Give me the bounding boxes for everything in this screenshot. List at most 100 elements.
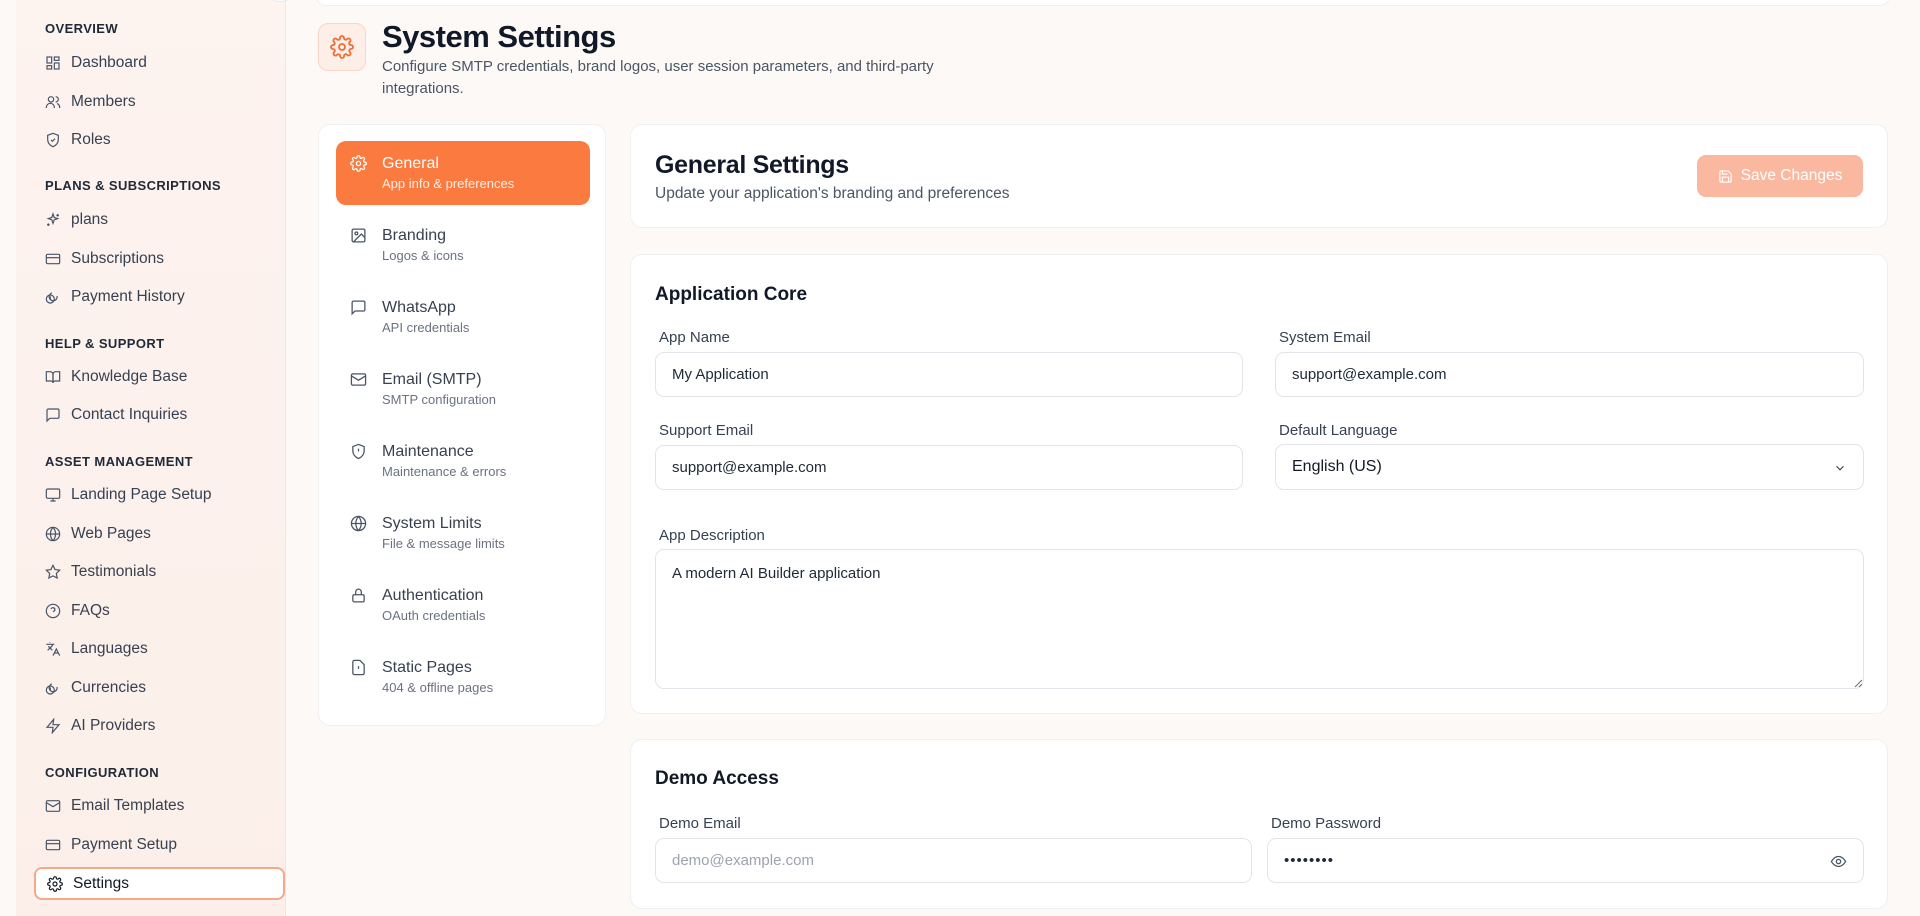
settings-tab-static-pages[interactable]: Static Pages 404 & offline pages [336,645,590,709]
demo-password-label: Demo Password [1271,815,1382,832]
sidebar-item-web-pages[interactable]: Web Pages [30,517,282,551]
sidebar-item-label: Languages [71,640,148,657]
toggle-password-visibility-button[interactable] [1827,850,1849,872]
book-open-icon [45,371,61,384]
sidebar-item-dashboard[interactable]: Dashboard [30,46,282,80]
save-changes-button[interactable]: Save Changes [1697,155,1863,197]
demo-access-card: Demo Access Demo Email Demo Password [630,739,1888,909]
globe-icon [45,526,61,542]
demo-email-label: Demo Email [659,815,741,832]
sidebar-item-label: Web Pages [71,525,151,542]
settings-tab-maintenance[interactable]: Maintenance Maintenance & errors [336,429,590,493]
page-title: System Settings [382,19,616,54]
header-icon-box [318,23,366,71]
support-email-input[interactable] [655,445,1243,490]
languages-icon [46,641,61,656]
section-overview: OVERVIEW [45,21,119,36]
section-plans: PLANS & SUBSCRIPTIONS [45,178,221,193]
sidebar-item-label: Testimonials [71,563,157,580]
settings-tab-sub: OAuth credentials [382,608,486,623]
settings-tab-sub: Maintenance & errors [382,464,507,479]
support-email-label: Support Email [659,422,754,439]
lock-icon [352,588,365,603]
sidebar-item-label: FAQs [71,602,110,619]
file-alert-icon [352,659,365,676]
section-config: CONFIGURATION [45,765,160,780]
sidebar-item-payment-setup[interactable]: Payment Setup [30,828,282,862]
sidebar-item-label: Dashboard [71,54,147,71]
settings-tab-label: Maintenance [382,443,474,460]
demo-password-input[interactable] [1267,838,1864,883]
sidebar-item-contact-inquiries[interactable]: Contact Inquiries [30,398,282,432]
zap-icon [45,718,61,734]
gear-icon [47,875,63,892]
credit-card-icon [45,839,61,851]
settings-tab-branding[interactable]: Branding Logos & icons [336,213,590,277]
settings-tab-authentication[interactable]: Authentication OAuth credentials [336,573,590,637]
settings-tab-label: WhatsApp [382,299,456,316]
mail-icon [45,800,61,812]
settings-tab-sub: File & message limits [382,536,505,551]
settings-tab-general[interactable]: General App info & preferences [336,141,590,205]
system-email-input[interactable] [1275,352,1864,397]
sidebar-item-label: Settings [73,874,130,892]
sidebar-item-subscriptions[interactable]: Subscriptions [30,242,282,276]
sidebar: OVERVIEW Dashboard Members Roles PLANS &… [16,0,286,916]
sidebar-item-members[interactable]: Members [30,85,282,119]
sidebar-item-payment-history[interactable]: Payment History [30,280,282,314]
coins-icon [45,292,58,304]
section-asset: ASSET MANAGEMENT [45,454,193,469]
sidebar-item-roles[interactable]: Roles [30,123,282,157]
page-subtitle: Configure SMTP credentials, brand logos,… [382,58,934,97]
application-core-card: Application Core App Name System Email S… [630,254,1888,714]
sidebar-item-label: Contact Inquiries [71,406,188,423]
sidebar-item-faqs[interactable]: FAQs [30,594,282,628]
save-changes-label: Save Changes [1740,167,1843,184]
settings-nav: General App info & preferences Branding … [318,124,606,726]
sidebar-item-currencies[interactable]: Currencies [30,671,282,705]
general-settings-card: General Settings Update your application… [630,124,1888,228]
message-square-icon [46,408,60,423]
sidebar-item-testimonials[interactable]: Testimonials [30,555,282,589]
sidebar-item-landing-page-setup[interactable]: Landing Page Setup [30,478,282,512]
coins-icon [45,683,58,695]
sidebar-item-plans[interactable]: plans [30,203,282,237]
sparkles-icon [46,212,60,226]
sidebar-item-settings[interactable]: Settings [34,867,285,900]
settings-tab-label: Static Pages [382,659,472,676]
sidebar-item-label: plans [71,211,109,228]
settings-tab-label: System Limits [382,515,482,532]
settings-tab-whatsapp[interactable]: WhatsApp API credentials [336,285,590,349]
sidebar-item-knowledge-base[interactable]: Knowledge Base [30,360,282,394]
settings-tab-label: General [382,155,439,172]
demo-email-input[interactable] [655,838,1252,883]
settings-tab-sub: API credentials [382,320,470,335]
application-core-title: Application Core [655,284,808,305]
general-settings-subtitle: Update your application's branding and p… [655,185,1010,202]
settings-tab-label: Authentication [382,587,484,604]
settings-tab-sub: 404 & offline pages [382,680,494,695]
sidebar-item-label: Roles [71,131,111,148]
settings-tab-email-smtp[interactable]: Email (SMTP) SMTP configuration [336,357,590,421]
demo-access-title: Demo Access [655,768,779,789]
top-bar [316,0,1890,6]
general-settings-title: General Settings [655,151,849,179]
app-name-input[interactable] [655,352,1243,397]
app-description-textarea[interactable]: A modern AI Builder application [655,549,1864,689]
star-icon [45,564,61,580]
resize-handle-icon[interactable] [1853,678,1863,688]
section-help: HELP & SUPPORT [45,336,165,351]
shield-alert-icon [352,443,365,460]
sidebar-item-languages[interactable]: Languages [30,632,282,666]
chevron-down-icon [1836,465,1844,471]
sidebar-item-label: Subscriptions [71,250,165,267]
default-language-value: English (US) [1292,458,1382,475]
sidebar-item-label: Payment History [71,288,185,305]
sidebar-item-ai-providers[interactable]: AI Providers [30,709,282,743]
sidebar-item-label: Currencies [71,679,146,696]
sidebar-item-email-templates[interactable]: Email Templates [30,789,282,823]
default-language-select[interactable]: English (US) [1275,444,1864,490]
mail-icon [350,373,367,386]
sidebar-item-label: Knowledge Base [71,368,188,385]
settings-tab-system-limits[interactable]: System Limits File & message limits [336,501,590,565]
